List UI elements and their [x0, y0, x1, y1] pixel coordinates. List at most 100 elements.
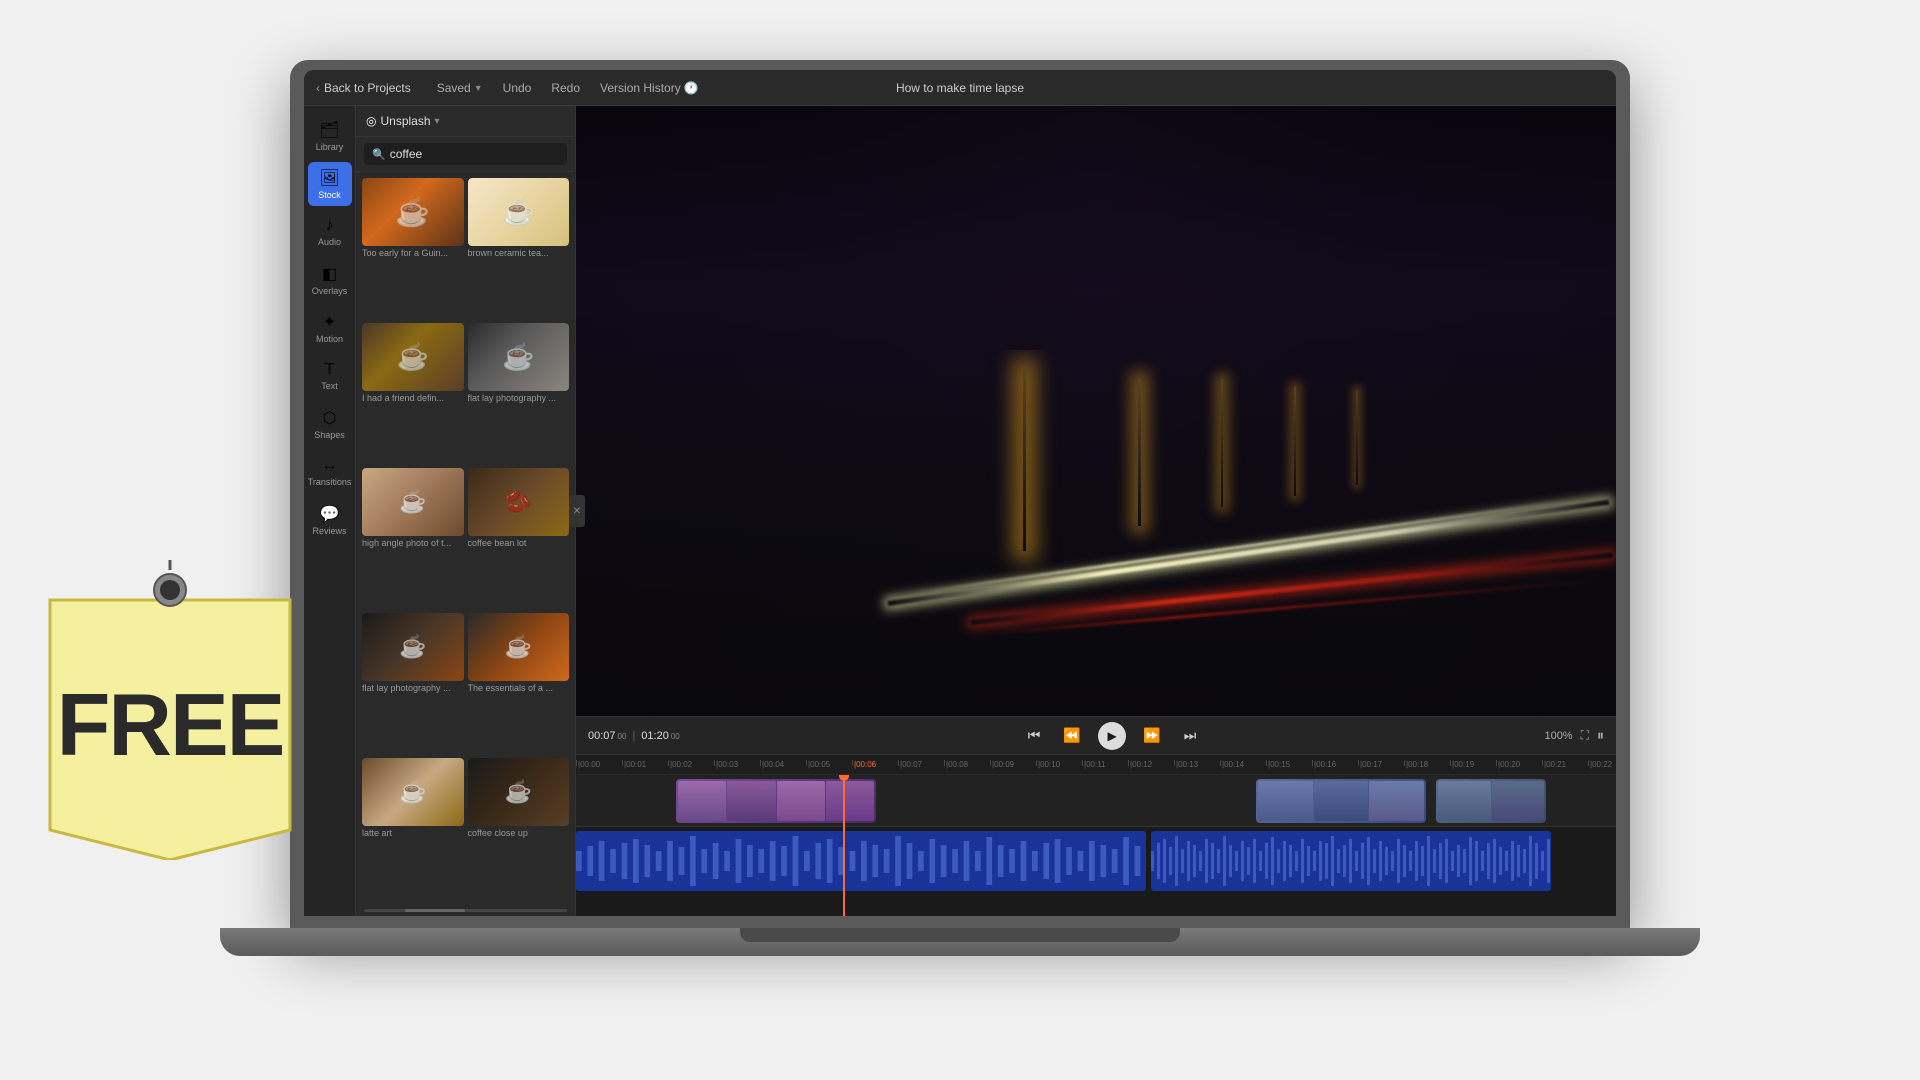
ruler-tick: |00:09 — [990, 760, 1036, 769]
search-icon: 🔍 — [372, 148, 386, 161]
list-item[interactable]: ☕ The essentials of a ... — [468, 613, 570, 754]
list-item[interactable]: ☕ brown ceramic tea... — [468, 178, 570, 319]
stock-panel: ◎ Unsplash ▾ 🔍 Too early for a Gu — [356, 106, 576, 916]
overlays-label: Overlays — [312, 286, 348, 296]
list-item[interactable]: ☕ coffee close up — [468, 758, 570, 899]
unsplash-icon: ◎ — [366, 114, 376, 128]
sidebar-item-text[interactable]: T Text — [308, 354, 352, 398]
ruler-tick: |00:12 — [1128, 760, 1174, 769]
version-history-label: Version History — [600, 81, 681, 95]
top-bar-left: ‹ Back to Projects Saved ▼ Undo Redo — [316, 79, 705, 97]
thumbnail: 🫘 — [468, 468, 570, 536]
search-input[interactable] — [390, 147, 559, 161]
saved-dropdown-icon: ▼ — [474, 83, 483, 93]
ruler-tick: |00:06 — [852, 760, 898, 769]
ruler-tick: |00:15 — [1266, 760, 1312, 769]
stock-icon: 🖼 — [319, 168, 339, 188]
source-dropdown-icon[interactable]: ▾ — [435, 116, 440, 127]
audio-clip-2[interactable] — [1151, 831, 1551, 891]
list-item[interactable]: ☕ flat lay photography ... — [362, 613, 464, 754]
street-light-3 — [1221, 379, 1223, 507]
video-clip[interactable] — [1436, 779, 1546, 823]
video-clip[interactable] — [1256, 779, 1426, 823]
fullscreen-button[interactable]: ⛶ — [1581, 728, 1589, 743]
image-label: coffee bean lot — [468, 536, 570, 550]
zoom-level: 100% — [1544, 730, 1572, 742]
saved-button[interactable]: Saved ▼ — [431, 79, 489, 97]
sidebar-item-stock[interactable]: 🖼 Stock — [308, 162, 352, 206]
sidebar-item-audio[interactable]: ♪ Audio — [308, 210, 352, 254]
fast-forward-button[interactable]: ⏩ — [1140, 724, 1164, 748]
skip-to-end-button[interactable]: ⏭ — [1178, 724, 1202, 748]
top-bar: ‹ Back to Projects Saved ▼ Undo Redo — [304, 70, 1616, 106]
sidebar-item-overlays[interactable]: ◧ Overlays — [308, 258, 352, 302]
redo-button[interactable]: Redo — [545, 79, 586, 97]
sidebar-item-reviews[interactable]: 💬 Reviews — [308, 498, 352, 542]
current-frames: 00 — [618, 732, 627, 741]
image-label: brown ceramic tea... — [468, 246, 570, 260]
street-light-1 — [1023, 368, 1026, 551]
ruler-tick: |00:11 — [1082, 760, 1128, 769]
playback-controls: ⏮ ⏪ ▶ ⏩ ⏭ — [690, 722, 1535, 750]
thumbnail: ☕ — [362, 468, 464, 536]
sidebar-icons: 🗂 Library 🖼 Stock ♪ Audio ◧ Overlays — [304, 106, 356, 916]
stock-label: Stock — [318, 190, 341, 200]
thumbnail: ☕ — [362, 758, 464, 826]
collapse-panel-button[interactable]: ✕ — [569, 495, 585, 527]
editor-main: 00:07 00 | 01:20 00 ⏮ ⏪ ▶ ⏩ — [576, 106, 1616, 916]
list-item[interactable]: 🫘 coffee bean lot — [468, 468, 570, 609]
ruler-marks: |00:00 |00:01 |00:02 |00:03 |00:04 |00:0… — [576, 760, 1616, 769]
stock-panel-header: ◎ Unsplash ▾ — [356, 106, 575, 137]
sidebar-item-library[interactable]: 🗂 Library — [308, 114, 352, 158]
thumbnail: ☕ — [468, 323, 570, 391]
reviews-icon: 💬 — [320, 504, 340, 524]
ruler-tick: |00:01 — [622, 760, 668, 769]
text-icon: T — [325, 361, 335, 379]
history-icon: 🕐 — [684, 81, 699, 95]
main-content: 🗂 Library 🖼 Stock ♪ Audio ◧ Overlays — [304, 106, 1616, 916]
skip-to-start-button[interactable]: ⏮ — [1022, 724, 1046, 748]
rewind-button[interactable]: ⏪ — [1060, 724, 1084, 748]
screen-bezel: ‹ Back to Projects Saved ▼ Undo Redo — [304, 70, 1616, 916]
list-item[interactable]: Too early for a Guin... — [362, 178, 464, 319]
player-controls: 00:07 00 | 01:20 00 ⏮ ⏪ ▶ ⏩ — [576, 717, 1616, 755]
audio-clip-1[interactable] — [576, 831, 1146, 891]
ruler-tick: |00:18 — [1404, 760, 1450, 769]
thumbnail: ☕ — [468, 178, 570, 246]
timeline-ruler: |00:00 |00:01 |00:02 |00:03 |00:04 |00:0… — [576, 755, 1616, 775]
library-label: Library — [316, 142, 344, 152]
audio-label-item: Audio — [318, 237, 341, 247]
waveform-visual-2 — [1151, 831, 1551, 891]
light-trail-white-2 — [909, 498, 1579, 595]
thumbnail: ☕ — [468, 613, 570, 681]
sidebar-item-motion[interactable]: ✦ Motion — [308, 306, 352, 350]
ruler-tick: |00:13 — [1174, 760, 1220, 769]
time-display: 00:07 00 | 01:20 00 — [588, 730, 680, 742]
sidebar-item-transitions[interactable]: ↔ Transitions — [308, 450, 352, 494]
undo-button[interactable]: Undo — [497, 79, 538, 97]
image-label: The essentials of a ... — [468, 681, 570, 695]
motion-label: Motion — [316, 334, 343, 344]
pause-indicator[interactable]: ⏸ — [1597, 727, 1604, 744]
video-clip[interactable] — [676, 779, 876, 823]
version-history-button[interactable]: Version History 🕐 — [594, 79, 705, 97]
ruler-tick: |00:10 — [1036, 760, 1082, 769]
ruler-tick: |00:14 — [1220, 760, 1266, 769]
video-track — [576, 775, 1616, 827]
track-area: Rainbows Rainbows Rainbows — [576, 775, 1616, 916]
back-label: Back to Projects — [324, 81, 411, 95]
back-to-projects-btn[interactable]: ‹ Back to Projects — [316, 81, 411, 95]
project-title: How to make time lapse — [896, 81, 1024, 95]
text-label: Text — [321, 381, 338, 391]
list-item[interactable]: ☕ I had a friend defin... — [362, 323, 464, 464]
list-item[interactable]: ☕ latte art — [362, 758, 464, 899]
sidebar-item-shapes[interactable]: ⬡ Shapes — [308, 402, 352, 446]
image-label: latte art — [362, 826, 464, 840]
total-frames: 00 — [671, 732, 680, 741]
play-button[interactable]: ▶ — [1098, 722, 1126, 750]
thumbnail — [362, 178, 464, 246]
thumbnail: ☕ — [362, 613, 464, 681]
list-item[interactable]: ☕ high angle photo of t... — [362, 468, 464, 609]
list-item[interactable]: ☕ flat lay photography ... — [468, 323, 570, 464]
library-icon: 🗂 — [319, 120, 339, 140]
